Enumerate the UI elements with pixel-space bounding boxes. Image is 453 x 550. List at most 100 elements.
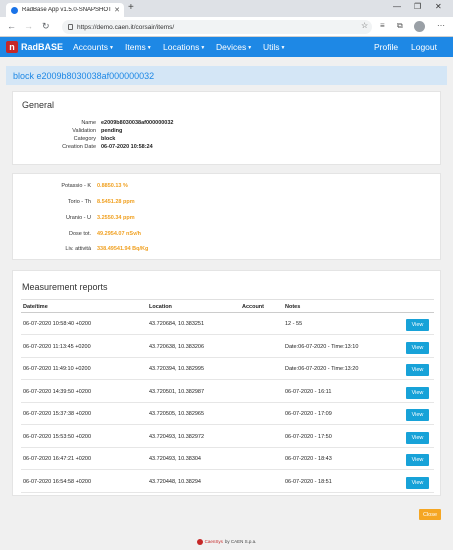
nav-utils[interactable]: Utils▼ bbox=[263, 42, 285, 52]
column-header: Account bbox=[242, 304, 264, 310]
nav-devices[interactable]: Devices▼ bbox=[216, 42, 252, 52]
table-row: 06-07-2020 11:13:45 +0200 43.720638, 10.3… bbox=[21, 336, 434, 358]
reload-icon[interactable]: ↻ bbox=[42, 21, 50, 32]
view-button[interactable]: View bbox=[406, 364, 429, 376]
table-row: 06-07-2020 16:47:21 +0200 43.720493, 10.3… bbox=[21, 448, 434, 470]
table-row: 06-07-2020 16:54:58 +0200 43.720448, 10.3… bbox=[21, 471, 434, 493]
view-button[interactable]: View bbox=[406, 319, 429, 331]
table-row: 06-07-2020 10:58:40 +0200 43.720684, 10.3… bbox=[21, 313, 434, 335]
cell-location: 43.720684, 10.383251 bbox=[149, 321, 205, 327]
measurement-row: Liv. attività 338.49541.94 Bq/Kg bbox=[65, 246, 149, 252]
cell-notes: Date:06-07-2020 - Time:13:20 bbox=[285, 366, 359, 372]
cell-location: 43.720493, 10.38304 bbox=[149, 456, 201, 462]
view-button[interactable]: View bbox=[406, 386, 429, 399]
minimize-icon[interactable]: — bbox=[393, 2, 401, 11]
measurement-row: Potassio - K 0.8850.13 % bbox=[61, 183, 128, 189]
browser-tab-bar: RadBase App v1.5.0-SNAPSHOT ✕ + — ❐ ✕ bbox=[0, 0, 453, 17]
cell-notes: 06-07-2020 - 17:50 bbox=[285, 433, 332, 440]
cell-notes: 06-07-2020 - 16:11 bbox=[285, 388, 332, 395]
table-row: 06-07-2020 11:49:10 +0200 43.720394, 10.3… bbox=[21, 358, 434, 380]
cell-notes: 06-07-2020 - 18:51 bbox=[285, 478, 332, 485]
page-title: block e2009b8030038af000000032 bbox=[6, 66, 447, 85]
table-row: 06-07-2020 14:39:50 +0200 43.720501, 10.3… bbox=[21, 381, 434, 403]
address-bar: ← → ↻ https://demo.caen.it/corsair/items… bbox=[0, 17, 453, 37]
cell-date: 06-07-2020 15:53:50 +0200 bbox=[23, 433, 92, 440]
url-input[interactable]: https://demo.caen.it/corsair/items/ bbox=[62, 20, 372, 34]
column-header: Date/time bbox=[23, 304, 48, 310]
cell-date: 06-07-2020 16:47:21 +0200 bbox=[23, 456, 92, 462]
view-button[interactable]: View bbox=[406, 454, 429, 466]
column-header: Location bbox=[149, 304, 172, 310]
nav-logout[interactable]: Logout bbox=[411, 42, 437, 52]
caensys-logo-icon bbox=[196, 538, 203, 545]
measurement-row: Dose tot. 49.2954.07 nSv/h bbox=[68, 231, 142, 237]
general-field: Creation Date 06-07-2020 10:58:24 bbox=[62, 144, 153, 150]
browser-menu-icon[interactable]: ⋯ bbox=[437, 21, 445, 30]
window-close-icon[interactable]: ✕ bbox=[435, 2, 442, 11]
reports-table-header: Date/time Location Account Notes bbox=[21, 299, 434, 313]
cell-location: 43.720638, 10.383206 bbox=[149, 343, 205, 350]
caret-down-icon: ▼ bbox=[280, 44, 286, 51]
reports-title: Measurement reports bbox=[22, 282, 108, 292]
cell-notes: 06-07-2020 - 18:43 bbox=[285, 456, 332, 462]
general-title: General bbox=[22, 100, 55, 110]
footer: CaenSys by CAEN S.p.a. bbox=[0, 533, 453, 550]
cell-location: 43.720448, 10.38294 bbox=[149, 478, 201, 485]
view-button[interactable]: View bbox=[406, 431, 429, 444]
back-icon[interactable]: ← bbox=[7, 21, 16, 31]
nav-locations[interactable]: Locations▼ bbox=[163, 42, 205, 52]
cell-date: 06-07-2020 16:54:58 +0200 bbox=[23, 478, 92, 485]
new-tab-icon[interactable]: + bbox=[128, 2, 134, 13]
cell-notes: Date:06-07-2020 - Time:13:10 bbox=[285, 343, 359, 350]
caret-down-icon: ▼ bbox=[247, 44, 253, 51]
table-row: 06-07-2020 15:53:50 +0200 43.720493, 10.3… bbox=[21, 426, 434, 448]
brand-name: RadBASE bbox=[21, 42, 64, 52]
cell-location: 43.720394, 10.382995 bbox=[149, 366, 205, 372]
reading-list-icon[interactable]: ≡ bbox=[380, 21, 385, 30]
general-field: Validation pending bbox=[72, 128, 123, 134]
nav-items[interactable]: Items▼ bbox=[125, 42, 152, 52]
bookmark-star-icon[interactable]: ☆ bbox=[361, 21, 368, 30]
measurements-card: Potassio - K 0.8850.13 % Torio - Th 8.54… bbox=[12, 173, 441, 260]
lock-icon bbox=[68, 24, 73, 30]
cell-date: 06-07-2020 15:37:38 +0200 bbox=[23, 411, 92, 417]
reports-card: Measurement reports Date/time Location A… bbox=[12, 270, 441, 496]
general-field: Category block bbox=[73, 136, 116, 142]
view-button[interactable]: View bbox=[406, 341, 429, 354]
cell-location: 43.720505, 10.382965 bbox=[149, 411, 205, 417]
caret-down-icon: ▼ bbox=[108, 44, 114, 51]
close-tab-icon[interactable]: ✕ bbox=[114, 6, 120, 14]
browser-profile-avatar[interactable] bbox=[414, 21, 425, 32]
forward-icon[interactable]: → bbox=[24, 21, 33, 31]
close-button[interactable]: Close bbox=[419, 509, 441, 520]
tab-title: RadBase App v1.5.0-SNAPSHOT bbox=[22, 7, 112, 13]
cell-date: 06-07-2020 14:39:50 +0200 bbox=[23, 388, 92, 395]
url-text: https://demo.caen.it/corsair/items/ bbox=[77, 23, 175, 31]
column-header: Notes bbox=[285, 304, 301, 310]
view-button[interactable]: View bbox=[406, 409, 429, 421]
collections-icon[interactable]: ⧉ bbox=[397, 21, 403, 31]
view-button[interactable]: View bbox=[406, 476, 429, 489]
radbase-logo-icon: n bbox=[6, 41, 18, 53]
cell-date: 06-07-2020 11:49:10 +0200 bbox=[23, 366, 91, 372]
cell-location: 43.720493, 10.382972 bbox=[149, 433, 205, 440]
nav-profile[interactable]: Profile bbox=[374, 42, 398, 52]
site-favicon-icon bbox=[11, 6, 18, 14]
restore-icon[interactable]: ❐ bbox=[414, 2, 421, 11]
general-card: General Name e2009b8030038af000000032 Va… bbox=[12, 91, 441, 165]
brand[interactable]: n RadBASE bbox=[6, 40, 63, 54]
cell-location: 43.720501, 10.382987 bbox=[149, 388, 205, 395]
cell-date: 06-07-2020 11:13:45 +0200 bbox=[23, 343, 91, 350]
footer-brand: CaenSys bbox=[204, 539, 223, 544]
nav-accounts[interactable]: Accounts▼ bbox=[73, 42, 114, 52]
general-field: Name e2009b8030038af000000032 bbox=[81, 120, 174, 126]
cell-notes: 06-07-2020 - 17:09 bbox=[285, 411, 332, 417]
measurement-row: Uranio - U 3.2550.34 ppm bbox=[65, 215, 135, 221]
caret-down-icon: ▼ bbox=[146, 44, 152, 51]
app-navbar: n RadBASE Accounts▼ Items▼ Locations▼ De… bbox=[0, 37, 453, 57]
footer-text: by CAEN S.p.a. bbox=[224, 539, 257, 544]
measurement-row: Torio - Th 8.5451.28 ppm bbox=[67, 199, 135, 205]
table-row: 06-07-2020 15:37:38 +0200 43.720505, 10.3… bbox=[21, 403, 434, 425]
browser-tab[interactable]: RadBase App v1.5.0-SNAPSHOT ✕ bbox=[6, 3, 124, 17]
cell-date: 06-07-2020 10:58:40 +0200 bbox=[23, 321, 92, 327]
